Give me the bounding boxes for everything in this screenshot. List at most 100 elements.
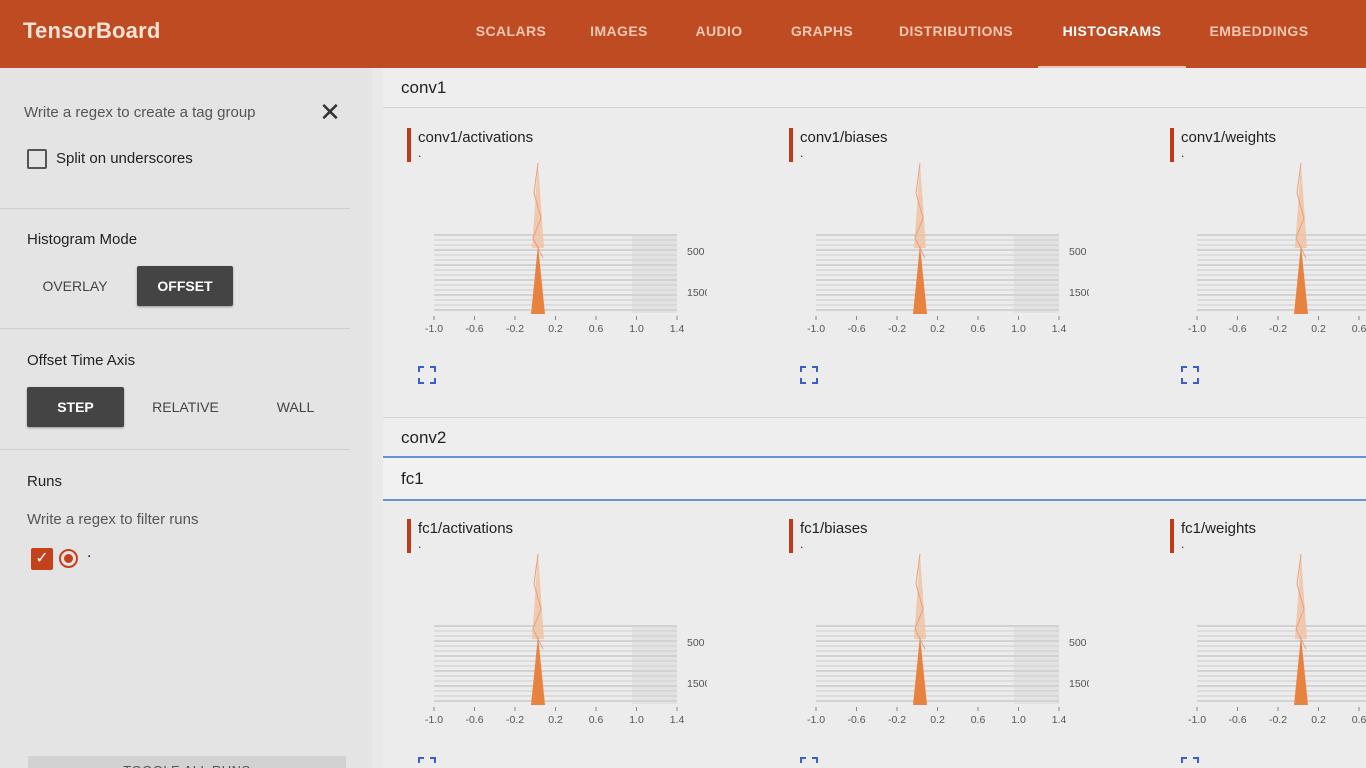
x-tick-label: 0.2 (548, 714, 563, 726)
tab-graphs[interactable]: GRAPHS (786, 0, 858, 68)
x-tick-label: -1.0 (807, 714, 825, 726)
y-tick-label: 1500 (1069, 287, 1089, 299)
histogram-shade (632, 235, 677, 313)
y-tick-label: 1500 (687, 678, 707, 690)
group-title: fc1 (401, 469, 424, 488)
group-header-conv2[interactable]: conv2 (383, 417, 1366, 457)
toggle-all-runs-button[interactable]: TOGGLE ALL RUNS (28, 756, 346, 768)
histogram-chart: 5001500-1.0-0.6-0.20.20.61.01.4 (789, 162, 1093, 343)
tab-images[interactable]: IMAGES (586, 0, 652, 68)
tab-histograms[interactable]: HISTOGRAMS (1038, 0, 1186, 68)
x-tick-label: 0.2 (548, 323, 563, 335)
tab-distributions[interactable]: DISTRIBUTIONS (896, 0, 1016, 68)
card-title: fc1/weights (1181, 520, 1257, 537)
x-tick-label: 1.0 (1011, 323, 1026, 335)
x-tick-label: -0.6 (465, 323, 483, 335)
histogram-chart: 5001500-1.0-0.6-0.20.20.61.01.4 (407, 162, 711, 343)
x-tick-label: -0.6 (847, 323, 865, 335)
fullscreen-icon[interactable] (1181, 757, 1199, 768)
x-tick-label: 0.6 (1352, 714, 1366, 726)
x-tick-label: 0.6 (971, 323, 986, 335)
histogram-card: conv1/biases . 500 1500 -1.0 -0.6 -0.2 0.2 0.6… (765, 108, 1145, 398)
x-tick-label: 1.4 (1052, 714, 1067, 726)
split-underscores-checkbox[interactable] (27, 149, 47, 169)
x-tick-label: -0.2 (506, 323, 524, 335)
step-button[interactable]: STEP (27, 387, 124, 427)
run-color-bar (407, 519, 411, 553)
run-radio[interactable] (59, 549, 78, 568)
x-tick-label: -0.6 (465, 714, 483, 726)
wall-button[interactable]: WALL (247, 387, 344, 427)
fullscreen-icon[interactable] (418, 366, 436, 384)
tab-audio[interactable]: AUDIO (692, 0, 746, 68)
x-tick-label: -0.6 (847, 714, 865, 726)
histogram-card: fc1/activations . 500 1500 -1.0 -0.6 -0.2 0.2… (383, 499, 763, 768)
fullscreen-icon[interactable] (800, 757, 818, 768)
offset-time-axis-title: Offset Time Axis (27, 352, 136, 369)
tag-group-regex-input[interactable]: Write a regex to create a tag group (24, 104, 256, 121)
x-tick-label: -0.6 (1228, 714, 1246, 726)
split-underscores-label: Split on underscores (56, 150, 193, 167)
histogram-svg: 5001500-1.0-0.6-0.20.20.61.01.4 (1188, 553, 1366, 726)
card-title: conv1/biases (800, 129, 888, 146)
x-tick-label: 1.0 (629, 323, 644, 335)
histogram-card: conv1/weights . 5001500-1.0-0.6-0.20.20.… (1146, 108, 1366, 398)
runs-filter-input[interactable]: Write a regex to filter runs (27, 511, 198, 528)
group-header-conv1[interactable]: conv1 (383, 68, 1366, 108)
sidebar: Write a regex to create a tag group ✕ Sp… (0, 68, 372, 768)
card-run: . (418, 537, 422, 551)
x-tick-label: 1.4 (1052, 323, 1067, 335)
main-content: conv1 conv1/activations . 500 1500 -1.0 -0.… (383, 68, 1366, 768)
x-tick-label: -0.2 (888, 714, 906, 726)
histogram-mode-title: Histogram Mode (27, 231, 138, 248)
y-tick-label: 500 (1069, 246, 1087, 258)
run-color-bar (789, 128, 793, 162)
card-run: . (800, 146, 804, 160)
histogram-svg: 5001500-1.0-0.6-0.20.20.61.01.4 (807, 553, 1093, 726)
tab-embeddings[interactable]: EMBEDDINGS (1204, 0, 1314, 68)
top-app-bar: TensorBoard SCALARS IMAGES AUDIO GRAPHS … (0, 0, 1366, 68)
y-tick-label: 1500 (1069, 678, 1089, 690)
y-tick-label: 500 (1069, 637, 1087, 649)
x-tick-label: -0.2 (506, 714, 524, 726)
x-tick-label: 0.2 (930, 323, 945, 335)
relative-button[interactable]: RELATIVE (137, 387, 234, 427)
x-tick-label: 1.4 (670, 323, 685, 335)
card-run: . (1181, 146, 1185, 160)
histogram-chart: 5001500-1.0-0.6-0.20.20.61.01.4 (789, 553, 1093, 734)
x-tick-label: 0.2 (1311, 714, 1326, 726)
group-title: conv1 (401, 78, 447, 97)
card-title: fc1/activations (418, 520, 514, 537)
fullscreen-icon[interactable] (418, 757, 436, 768)
card-title: conv1/activations (418, 129, 534, 146)
x-tick-label: 0.6 (971, 714, 986, 726)
offset-button[interactable]: OFFSET (137, 266, 233, 306)
histogram-svg: 5001500-1.0-0.6-0.20.20.61.01.4 (425, 162, 711, 335)
y-tick-label: 500 (687, 246, 705, 258)
fullscreen-icon[interactable] (1181, 366, 1199, 384)
app-title: TensorBoard (23, 18, 161, 43)
tab-scalars[interactable]: SCALARS (471, 0, 551, 68)
x-tick-label: -0.2 (1269, 714, 1287, 726)
overlay-button[interactable]: OVERLAY (27, 266, 123, 306)
x-tick-label: 0.2 (1311, 323, 1326, 335)
x-tick-label: 0.6 (589, 714, 604, 726)
x-tick-label: 0.2 (930, 714, 945, 726)
x-tick-label: 1.0 (629, 714, 644, 726)
close-icon[interactable]: ✕ (318, 99, 342, 125)
histogram-card: fc1/biases . 500 1500 -1.0 -0.6 -0.2 0.2 0.6 1.… (765, 499, 1145, 768)
histogram-svg: 5001500-1.0-0.6-0.20.20.61.01.4 (807, 162, 1093, 335)
group-header-fc1[interactable]: fc1 (383, 456, 1366, 501)
histogram-shade (632, 626, 677, 704)
x-tick-label: -1.0 (1188, 714, 1206, 726)
histogram-chart: 5001500-1.0-0.6-0.20.20.61.01.4 (1170, 553, 1366, 734)
histogram-chart: 5001500-1.0-0.6-0.20.20.61.01.4 (1170, 162, 1366, 343)
histogram-card: conv1/activations . 500 1500 -1.0 -0.6 -0.2 0… (383, 108, 763, 398)
fullscreen-icon[interactable] (800, 366, 818, 384)
x-tick-label: 0.6 (589, 323, 604, 335)
divider (0, 328, 350, 329)
card-run: . (418, 146, 422, 160)
group-title: conv2 (401, 428, 447, 447)
run-checkbox[interactable]: ✓ (31, 548, 53, 570)
run-color-bar (407, 128, 411, 162)
